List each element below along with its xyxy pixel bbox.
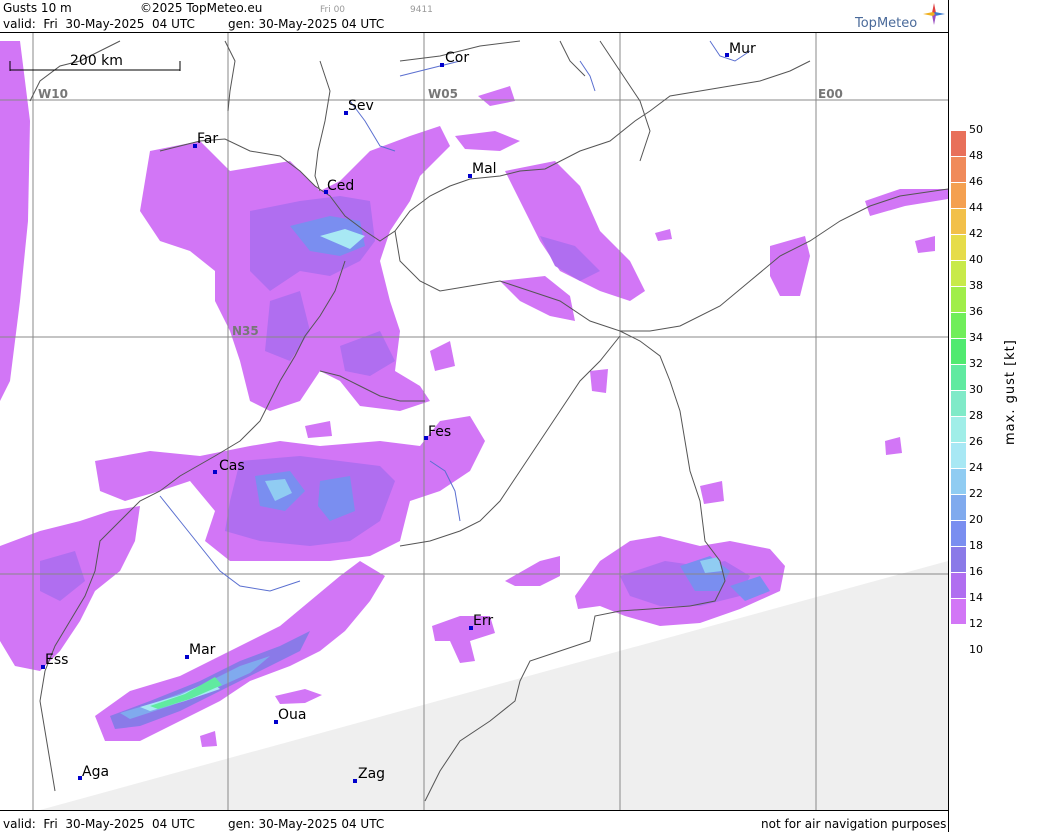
legend-swatch: [951, 468, 966, 494]
legend-swatch: [951, 182, 966, 208]
legend-tick-label: 12: [969, 617, 983, 630]
legend-tick-label: 20: [969, 513, 983, 526]
legend-swatch: [951, 442, 966, 468]
legend-tick: [951, 312, 966, 313]
legend-tick-label: 30: [969, 383, 983, 396]
city-label-far: Far: [197, 131, 218, 147]
legend-tick-label: 10: [969, 643, 983, 656]
legend-swatch: [951, 494, 966, 520]
scale-bar-label: 200 km: [70, 53, 123, 69]
city-marker: [440, 63, 444, 67]
legend-tick-label: 34: [969, 331, 983, 344]
product-title: Gusts 10 m: [3, 1, 72, 15]
footer-valid-time: valid: Fri 30-May-2025 04 UTC: [3, 817, 195, 831]
legend-tick-label: 38: [969, 279, 983, 292]
legend-tick-label: 42: [969, 227, 983, 240]
legend-tick: [951, 234, 966, 235]
legend-tick-label: 40: [969, 253, 983, 266]
legend-tick: [951, 572, 966, 573]
legend-swatch: [951, 546, 966, 572]
legend-tick-label: 44: [969, 201, 983, 214]
legend-swatch: [951, 312, 966, 338]
city-label-aga: Aga: [82, 764, 109, 780]
legend-tick: [951, 260, 966, 261]
legend-tick-label: 28: [969, 409, 983, 422]
legend-swatch: [951, 208, 966, 234]
legend-swatch: [951, 130, 966, 156]
legend-tick: [951, 598, 966, 599]
city-label-mal: Mal: [472, 161, 497, 177]
scale-bar: 200 km: [9, 53, 181, 71]
city-marker: [353, 779, 357, 783]
legend-tick: [951, 130, 966, 131]
run-label: Fri 00: [320, 5, 346, 15]
city-label-fes: Fes: [428, 424, 451, 440]
legend-tick: [951, 468, 966, 469]
legend-tick-label: 48: [969, 149, 983, 162]
city-label-ced: Ced: [327, 178, 354, 194]
legend-swatch: [951, 598, 966, 624]
grid-label-w10: W10: [38, 87, 68, 101]
legend-swatch: [951, 416, 966, 442]
weather-map[interactable]: W10 W05 E00 N35 200 km Cor Mur Sev Far M…: [0, 32, 948, 811]
city-label-oua: Oua: [278, 707, 306, 723]
legend-tick-label: 50: [969, 123, 983, 136]
legend-tick-label: 14: [969, 591, 983, 604]
legend-swatch: [951, 260, 966, 286]
city-label-mar: Mar: [189, 642, 216, 658]
legend-tick: [951, 624, 966, 625]
brand-logo-text: TopMeteo: [855, 16, 918, 31]
city-label-ess: Ess: [45, 652, 68, 668]
disclaimer: not for air navigation purposes: [761, 817, 947, 831]
legend-swatch: [951, 520, 966, 546]
footer-generated-time: gen: 30-May-2025 04 UTC: [228, 817, 385, 831]
grid-label-e00: E00: [818, 87, 843, 101]
legend-tick: [951, 364, 966, 365]
legend-tick: [951, 156, 966, 157]
legend-swatch: [951, 364, 966, 390]
city-marker: [213, 470, 217, 474]
grid-label-n35: N35: [232, 324, 259, 338]
legend-tick-label: 18: [969, 539, 983, 552]
legend-tick: [951, 494, 966, 495]
legend-swatch: [951, 390, 966, 416]
city-label-cas: Cas: [219, 458, 245, 474]
legend-swatch: [951, 338, 966, 364]
legend-tick: [951, 286, 966, 287]
legend-tick: [951, 416, 966, 417]
legend-tick-label: 16: [969, 565, 983, 578]
legend-tick: [951, 442, 966, 443]
legend-tick-label: 36: [969, 305, 983, 318]
legend-tick: [951, 208, 966, 209]
legend-tick: [951, 182, 966, 183]
legend-tick-label: 26: [969, 435, 983, 448]
color-legend: 50 48 46 44 42 40 38 36 34 32 30 28 26 24 22 20 18 16 14 12…: [948, 0, 1039, 832]
legend-tick: [951, 390, 966, 391]
city-label-mur: Mur: [729, 41, 756, 57]
copyright: ©2025 TopMeteo.eu: [140, 1, 263, 15]
legend-tick-label: 46: [969, 175, 983, 188]
city-label-zag: Zag: [358, 766, 385, 782]
generated-time: gen: 30-May-2025 04 UTC: [228, 17, 385, 31]
legend-title: max. gust [kt]: [1003, 339, 1018, 445]
grid-label-w05: W05: [428, 87, 458, 101]
legend-swatch: [951, 234, 966, 260]
legend-tick-label: 32: [969, 357, 983, 370]
legend-tick: [951, 650, 966, 651]
legend-swatch: [951, 572, 966, 598]
city-label-sev: Sev: [348, 98, 374, 114]
legend-tick: [951, 546, 966, 547]
code-label: 9411: [410, 5, 433, 15]
legend-swatch: [951, 156, 966, 182]
legend-tick: [951, 338, 966, 339]
legend-tick-label: 22: [969, 487, 983, 500]
compass-logo-icon: [923, 3, 945, 25]
legend-tick-label: 24: [969, 461, 983, 474]
city-label-err: Err: [473, 613, 493, 629]
valid-time: valid: Fri 30-May-2025 04 UTC: [3, 17, 195, 31]
city-label-cor: Cor: [445, 50, 469, 66]
legend-tick: [951, 520, 966, 521]
legend-swatch: [951, 286, 966, 312]
